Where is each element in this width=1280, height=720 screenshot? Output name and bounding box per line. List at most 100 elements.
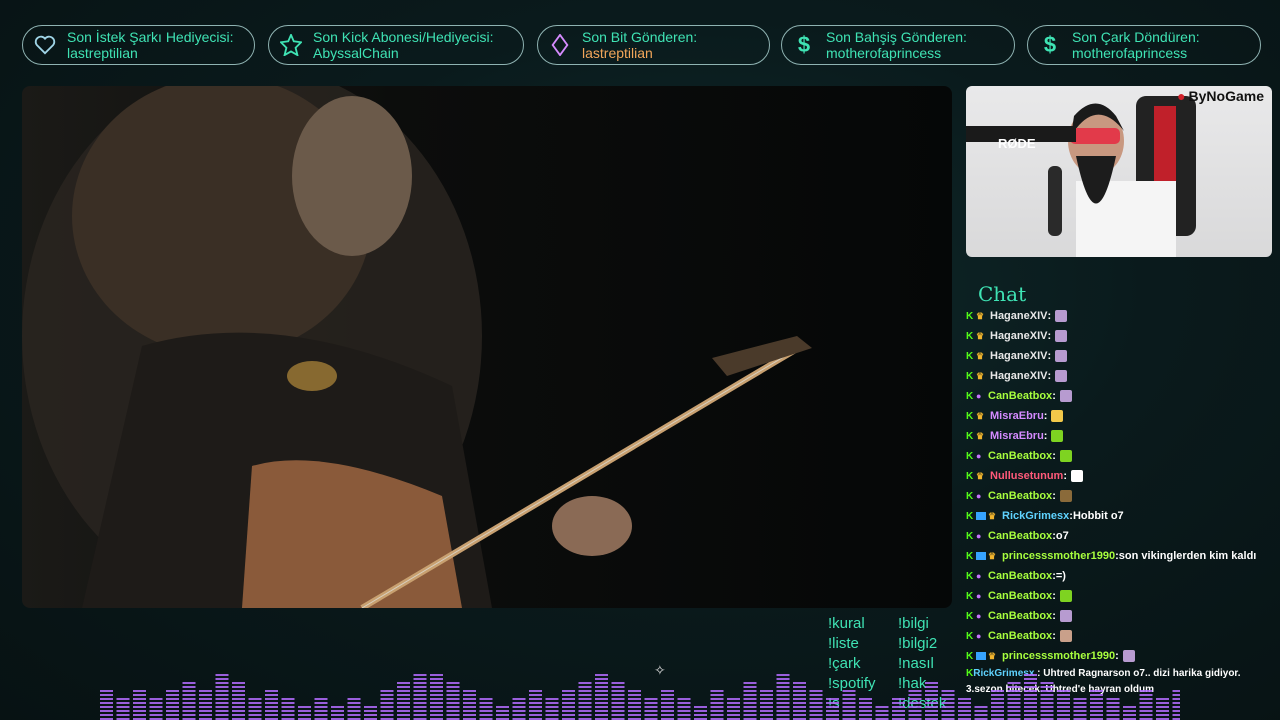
visualizer-bar <box>611 694 625 696</box>
visualizer-bar <box>760 710 773 712</box>
visualizer-bar <box>578 706 592 708</box>
visualizer-bar <box>991 710 1004 712</box>
visualizer-bar <box>925 690 938 692</box>
chat-separator: : <box>1043 430 1048 442</box>
visualizer-bar <box>479 698 493 700</box>
visualizer-bar <box>446 710 460 712</box>
visualizer-bar <box>925 686 938 688</box>
visualizer-bar <box>232 686 245 688</box>
visualizer-bar <box>281 714 295 716</box>
visualizer-bar <box>1024 714 1037 716</box>
visualizer-bar <box>809 698 823 700</box>
visualizer-bar <box>595 714 608 716</box>
kick-badge-icon: K <box>966 570 974 582</box>
visualizer-bar <box>991 690 1004 692</box>
kick-badge-icon: K <box>966 310 974 322</box>
visualizer-bar <box>1106 714 1120 716</box>
visualizer-bar <box>265 714 278 716</box>
visualizer-bar <box>760 714 773 716</box>
visualizer-bar <box>380 706 394 708</box>
streamer-cam <box>966 96 1196 257</box>
visualizer-bar <box>1024 678 1037 680</box>
visualizer-bar <box>562 714 575 716</box>
crown-badge-icon: ♛ <box>976 330 985 341</box>
visualizer-bar <box>479 706 493 708</box>
visualizer-bar <box>446 714 460 716</box>
visualizer-bar <box>1139 702 1153 704</box>
visualizer-bar <box>1040 710 1054 712</box>
chat-username: HaganeXIV <box>990 370 1048 382</box>
brand-mark-icon: ● <box>1177 88 1186 104</box>
visualizer-bar <box>463 714 476 716</box>
kick-badge-icon: K <box>966 370 974 382</box>
visualizer-bar <box>100 714 113 716</box>
visualizer-bar <box>595 706 608 708</box>
visualizer-bar <box>182 690 196 692</box>
visualizer-bar <box>1139 706 1153 708</box>
visualizer-bar <box>1172 694 1180 696</box>
visualizer-bar <box>265 706 278 708</box>
visualizer-bar <box>463 706 476 708</box>
main-video[interactable] <box>22 86 952 608</box>
visualizer-bar <box>694 706 707 708</box>
visualizer-bar <box>743 690 757 692</box>
visualizer-bar <box>215 682 229 684</box>
visualizer-bar <box>1040 698 1054 700</box>
visualizer-bar <box>677 714 691 716</box>
visualizer-bar <box>793 682 806 684</box>
chat-username: CanBeatbox <box>988 390 1053 402</box>
visualizer-bar <box>859 702 872 704</box>
visualizer-bar <box>908 702 922 704</box>
crown-badge-icon: ♛ <box>976 410 985 421</box>
visualizer-bar <box>446 682 460 684</box>
visualizer-bar <box>430 686 443 688</box>
visualizer-bar <box>182 706 196 708</box>
visualizer-bar <box>892 702 905 704</box>
visualizer-bar <box>1040 714 1054 716</box>
visualizer-bar <box>1090 706 1103 708</box>
chat-message: K ♛ HaganeXIV : <box>966 326 1274 346</box>
visualizer-bar <box>166 698 179 700</box>
visualizer-bar <box>215 714 229 716</box>
visualizer-bar <box>166 710 179 712</box>
visualizer-bar <box>611 690 625 692</box>
chat-message: K ♛ HaganeXIV : <box>966 346 1274 366</box>
visualizer-bar <box>314 714 328 716</box>
visualizer-bar <box>133 710 146 712</box>
visualizer-bar <box>1172 702 1180 704</box>
crown-badge-icon: ♛ <box>976 430 985 441</box>
visualizer-bar <box>1172 698 1180 700</box>
visualizer-bar <box>496 706 509 708</box>
visualizer-bar <box>1090 698 1103 700</box>
visualizer-bar <box>1106 702 1120 704</box>
visualizer-bar <box>265 690 278 692</box>
visualizer-bar <box>826 706 839 708</box>
visualizer-bar <box>842 690 856 692</box>
visualizer-bar <box>149 714 163 716</box>
visualizer-bar <box>1007 690 1021 692</box>
visualizer-bar <box>215 710 229 712</box>
chat-message: K ● CanBeatbox : <box>966 486 1274 506</box>
visualizer-bar <box>991 698 1004 700</box>
visualizer-bar <box>776 674 790 676</box>
chat-username: CanBeatbox <box>988 590 1053 602</box>
visualizer-bar <box>265 710 278 712</box>
visualizer-bar <box>281 710 295 712</box>
visualizer-bar <box>166 706 179 708</box>
brand-name: ByNoGame <box>1188 88 1264 104</box>
visualizer-bar <box>166 702 179 704</box>
chat-separator: : <box>1052 590 1056 602</box>
visualizer-bar <box>232 702 245 704</box>
chat-username: CanBeatbox <box>988 610 1053 622</box>
visualizer-bar <box>677 706 691 708</box>
visualizer-bar <box>413 706 427 708</box>
visualizer-bar <box>215 678 229 680</box>
visualizer-bar <box>1007 702 1021 704</box>
visualizer-bar <box>512 702 526 704</box>
visualizer-bar <box>529 698 542 700</box>
mic-badge-icon: ● <box>976 451 982 461</box>
visualizer-bar <box>413 682 427 684</box>
visualizer-bar <box>529 706 542 708</box>
visualizer-bar <box>958 714 971 716</box>
visualizer-bar <box>1123 710 1136 712</box>
